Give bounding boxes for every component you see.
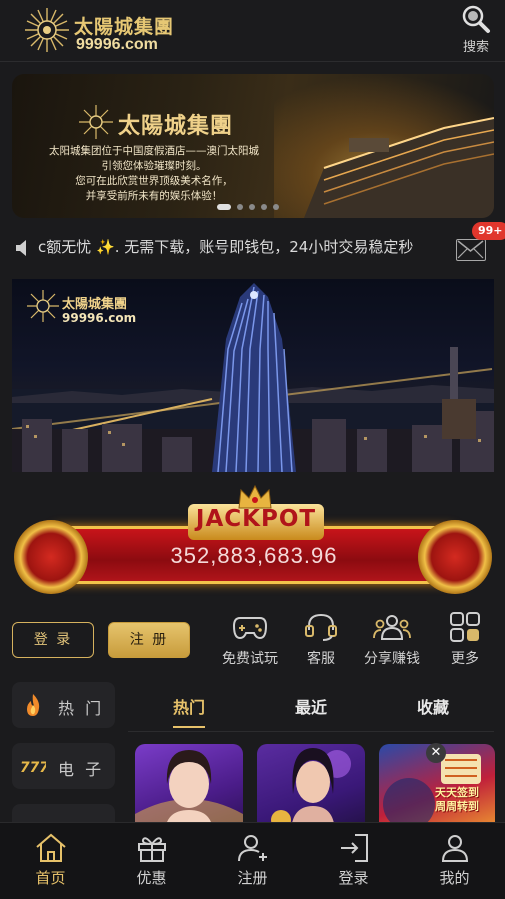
gift-icon [137,837,166,862]
users-icon [373,615,411,640]
game-character-illustration [135,750,243,834]
speaker-icon [16,240,26,256]
banner-line: 太阳城集团位于中国度假酒店——澳门太阳城 [49,145,259,157]
quick-link-label: 更多 [451,651,479,667]
carousel-dot[interactable] [249,204,255,210]
logo-name: 太陽城集團 [74,16,175,38]
nav-label: 注册 [237,869,268,887]
quick-link-free-trial[interactable]: 免费试玩 [215,612,285,668]
photo-logo-url: 99996.com [62,311,137,325]
quick-link-label: 分享赚钱 [364,651,420,667]
nav-label: 我的 [439,869,470,887]
logo-url: 99996.com [76,36,158,53]
search-icon [462,5,490,33]
game-tile[interactable] [257,744,365,834]
nav-label: 登录 [338,869,369,887]
jackpot-panel: 352,883,683.96 JACKPOT [12,484,494,596]
quick-link-more[interactable]: 更多 [430,612,500,668]
banner-logo-name: 太陽城集團 [118,113,234,139]
game-tile[interactable] [135,744,243,834]
mail-count-badge: 99+ [472,222,505,240]
category-slots[interactable]: 777 电 子 [12,743,115,789]
jackpot-value: 352,883,683.96 [170,543,338,568]
headset-icon [305,613,337,641]
quick-link-support[interactable]: 客服 [286,612,356,668]
city-photo[interactable]: 太陽城集團 99996.com [12,279,494,472]
nav-promotions[interactable]: 优惠 [101,833,202,888]
brand-logo[interactable]: 太陽城集團 99996.com [22,6,182,56]
category-hot[interactable]: 热 门 [12,682,115,728]
home-icon [35,833,66,862]
tab-hot[interactable]: 热门 [128,694,250,718]
carousel-dot[interactable] [217,204,231,210]
login-button[interactable]: 登 录 [12,622,94,658]
profile-icon [441,835,468,862]
crown-icon [238,484,272,509]
search-button[interactable]: 搜索 [459,4,493,58]
login-icon [340,834,368,862]
photo-logo-name: 太陽城集團 [62,297,128,312]
category-label: 热 门 [58,699,105,718]
slot-777-icon: 777 [20,760,46,776]
flame-icon [27,694,40,716]
search-label: 搜索 [462,40,489,55]
banner-line: 您可在此欣赏世界顶级美术名作， [75,175,233,187]
carousel-dots [217,204,279,210]
game-tabs: 热门 最近 收藏 [128,684,494,732]
mail-button[interactable] [456,239,486,261]
jackpot-coin-right [418,520,492,594]
announcement-text: c额无忧 ✨. 无需下载，账号即钱包，24小时交易稳定秒 [38,238,414,256]
jackpot-coin-left [14,520,88,594]
photo-watermark-logo: 太陽城集團 99996.com [26,289,136,327]
nav-label: 首页 [35,869,66,887]
banner-line: 并享受前所未有的娱乐体验！ [85,190,223,202]
announcement-bar: c额无忧 ✨. 无需下载，账号即钱包，24小时交易稳定秒 [0,228,505,268]
register-button[interactable]: 注 册 [108,622,190,658]
nav-profile[interactable]: 我的 [404,833,505,888]
quick-link-share-earn[interactable]: 分享赚钱 [357,612,427,668]
active-tab-indicator [173,726,205,728]
promo-text: 天天签到 周周转到 [435,786,479,814]
nav-label: 优惠 [136,869,167,887]
carousel-dot[interactable] [273,204,279,210]
close-icon[interactable]: ✕ [426,743,446,763]
gamepad-icon [232,617,268,640]
banner-description: 太阳城集团位于中国度假酒店——澳门太阳城 引领您体验璀璨时刻。 您可在此欣赏世界… [34,144,274,204]
quick-link-label: 免费试玩 [222,651,278,667]
carousel-dot[interactable] [261,204,267,210]
tab-favorites[interactable]: 收藏 [372,694,494,718]
sun-emblem-icon [79,105,113,139]
banner-line: 引领您体验璀璨时刻。 [101,160,207,172]
sun-emblem-icon [25,8,69,52]
sun-emblem-icon [27,290,59,322]
carousel-dot[interactable] [237,204,243,210]
promo-banner[interactable]: 太陽城集團 太阳城集团位于中国度假酒店——澳门太阳城 引领您体验璀璨时刻。 您可… [12,74,494,218]
game-character-illustration [271,748,351,834]
grid-icon [450,612,480,642]
nav-login[interactable]: 登录 [303,833,404,888]
promo-line: 天天签到 [435,786,479,799]
svg-text:777: 777 [20,760,46,776]
category-label: 电 子 [58,760,105,779]
user-add-icon [237,835,267,862]
bottom-nav: 首页 优惠 注册 登录 我的 [0,822,505,899]
tab-recent[interactable]: 最近 [250,694,372,718]
promo-line: 周周转到 [435,800,479,813]
nav-home[interactable]: 首页 [0,833,101,888]
top-header: 太陽城集團 99996.com 搜索 [0,0,505,62]
hotel-building-illustration [304,117,494,218]
quick-link-label: 客服 [307,651,335,667]
app-page: 太陽城集團 99996.com 搜索 太陽城集團 太阳城集团位于中国度假酒店——… [0,0,505,899]
nav-register[interactable]: 注册 [202,833,303,888]
banner-logo: 太陽城集團 [78,104,248,140]
mail-icon [457,240,484,259]
